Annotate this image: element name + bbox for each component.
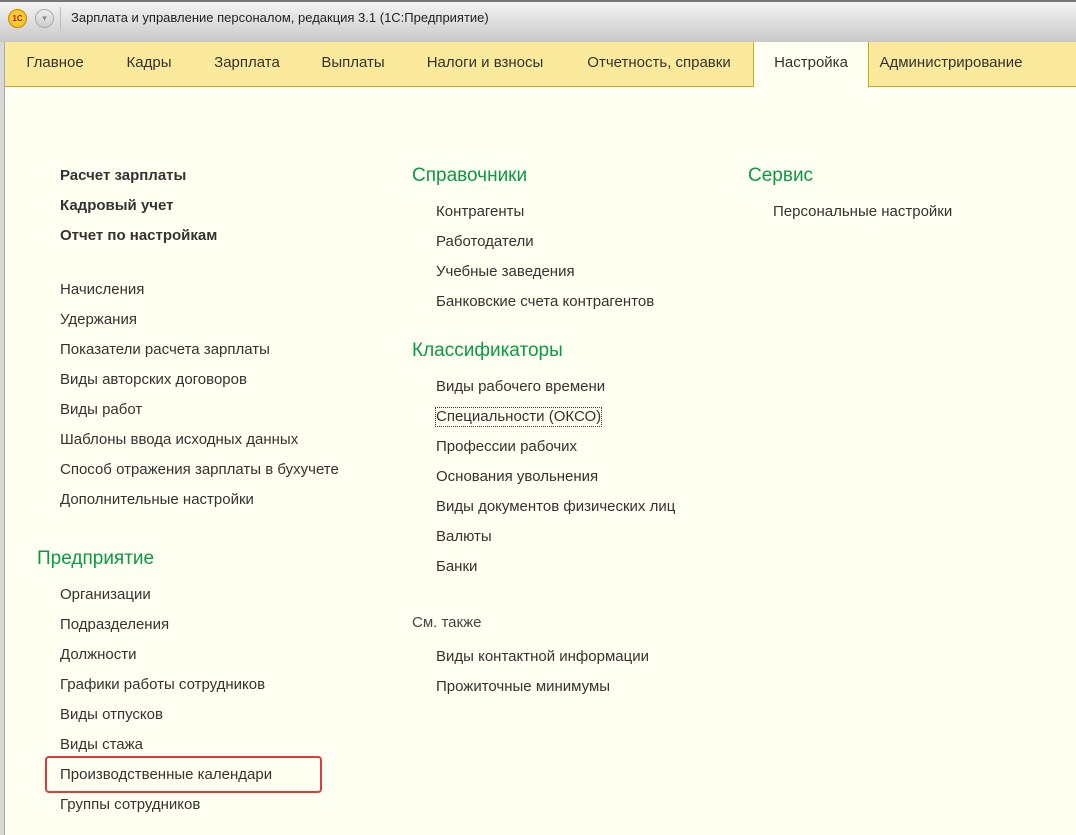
link-deductions[interactable]: Удержания <box>60 305 339 335</box>
link-work-schedules[interactable]: Графики работы сотрудников <box>60 670 272 700</box>
classifiers-heading: Классификаторы <box>412 340 563 361</box>
right-column: Сервис Персональные настройки <box>748 161 952 227</box>
link-educational-institutions[interactable]: Учебные заведения <box>436 257 675 287</box>
link-subsistence-minimums[interactable]: Прожиточные минимумы <box>436 672 675 702</box>
window-title: Зарплата и управление персоналом, редакц… <box>71 10 489 25</box>
section-tabs: Главное Кадры Зарплата Выплаты Налоги и … <box>5 42 1076 87</box>
link-departments[interactable]: Подразделения <box>60 610 272 640</box>
link-personal-settings[interactable]: Персональные настройки <box>773 197 952 227</box>
link-salary-indicators[interactable]: Показатели расчета зарплаты <box>60 335 339 365</box>
link-specialties-okso[interactable]: Специальности (ОКСО) <box>434 402 675 432</box>
window-edge <box>0 42 5 835</box>
highlight-frame <box>45 756 322 793</box>
tab-settings[interactable]: Настройка <box>753 42 869 87</box>
link-salary-accounting-method[interactable]: Способ отражения зарплаты в бухучете <box>60 455 339 485</box>
enterprise-heading: Предприятие <box>37 548 155 569</box>
link-employers[interactable]: Работодатели <box>436 227 675 257</box>
link-contact-info-types[interactable]: Виды контактной информации <box>436 642 675 672</box>
references-heading: Справочники <box>412 165 528 186</box>
link-vacation-types[interactable]: Виды отпусков <box>60 700 272 730</box>
link-id-document-types[interactable]: Виды документов физических лиц <box>436 492 675 522</box>
link-specialties-okso-label[interactable]: Специальности (ОКСО) <box>434 407 603 427</box>
tab-main[interactable]: Главное <box>5 42 105 86</box>
service-heading: Сервис <box>748 165 814 186</box>
link-worker-professions[interactable]: Профессии рабочих <box>436 432 675 462</box>
link-currencies[interactable]: Валюты <box>436 522 675 552</box>
link-additional-settings[interactable]: Дополнительные настройки <box>60 485 339 515</box>
tab-salary[interactable]: Зарплата <box>193 42 301 86</box>
middle-column: Справочники Контрагенты Работодатели Уче… <box>412 161 675 702</box>
link-author-contracts[interactable]: Виды авторских договоров <box>60 365 339 395</box>
tab-reports[interactable]: Отчетность, справки <box>565 42 753 86</box>
link-input-templates[interactable]: Шаблоны ввода исходных данных <box>60 425 339 455</box>
link-work-types[interactable]: Виды работ <box>60 395 339 425</box>
link-accruals[interactable]: Начисления <box>60 275 339 305</box>
tab-administration[interactable]: Администрирование <box>869 42 1033 86</box>
main-menu-button[interactable]: ▾ <box>35 9 54 28</box>
link-salary-calculation[interactable]: Расчет зарплаты <box>60 161 339 191</box>
title-bar: 1С ▾ Зарплата и управление персоналом, р… <box>0 0 1076 42</box>
divider <box>60 7 61 29</box>
link-settings-report[interactable]: Отчет по настройкам <box>60 221 339 251</box>
link-banks[interactable]: Банки <box>436 552 675 582</box>
link-counterparties[interactable]: Контрагенты <box>436 197 675 227</box>
link-dismissal-reasons[interactable]: Основания увольнения <box>436 462 675 492</box>
link-employee-groups[interactable]: Группы сотрудников <box>60 790 272 820</box>
link-work-time-types[interactable]: Виды рабочего времени <box>436 372 675 402</box>
link-counterparty-bank-accounts[interactable]: Банковские счета контрагентов <box>436 287 675 317</box>
see-also-heading: См. также <box>412 614 482 631</box>
left-column: Расчет зарплаты Кадровый учет Отчет по н… <box>60 161 339 515</box>
tab-hr[interactable]: Кадры <box>105 42 193 86</box>
link-hr-accounting[interactable]: Кадровый учет <box>60 191 339 221</box>
link-organizations[interactable]: Организации <box>60 580 272 610</box>
tab-taxes[interactable]: Налоги и взносы <box>405 42 565 86</box>
link-positions[interactable]: Должности <box>60 640 272 670</box>
1c-logo-icon[interactable]: 1С <box>8 9 27 28</box>
tab-payments[interactable]: Выплаты <box>301 42 405 86</box>
